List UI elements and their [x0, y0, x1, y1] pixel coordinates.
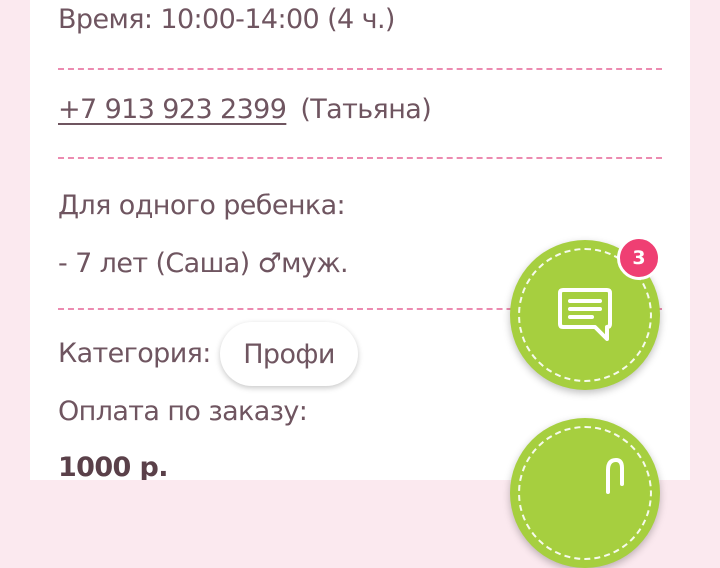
child-info: - 7 лет (Саша) ♂муж.	[58, 248, 349, 279]
secondary-button[interactable]	[510, 418, 660, 568]
chat-bubble-icon	[558, 288, 612, 341]
category-label: Категория:	[58, 338, 211, 369]
separator	[58, 157, 662, 159]
children-header: Для одного ребенка:	[58, 190, 346, 221]
phone-link[interactable]: +7 913 923 2399	[58, 94, 287, 125]
contact-row: +7 913 923 2399 (Татьяна)	[58, 94, 432, 125]
payment-label: Оплата по заказу:	[58, 396, 308, 427]
pin-icon	[606, 457, 624, 494]
separator	[58, 68, 662, 70]
order-time: Время: 10:00-14:00 (4 ч.)	[58, 4, 395, 35]
chat-badge: 3	[617, 236, 661, 280]
contact-name: (Татьяна)	[300, 94, 432, 125]
category-chip[interactable]: Профи	[220, 322, 358, 386]
payment-amount: 1000 р.	[58, 452, 169, 480]
